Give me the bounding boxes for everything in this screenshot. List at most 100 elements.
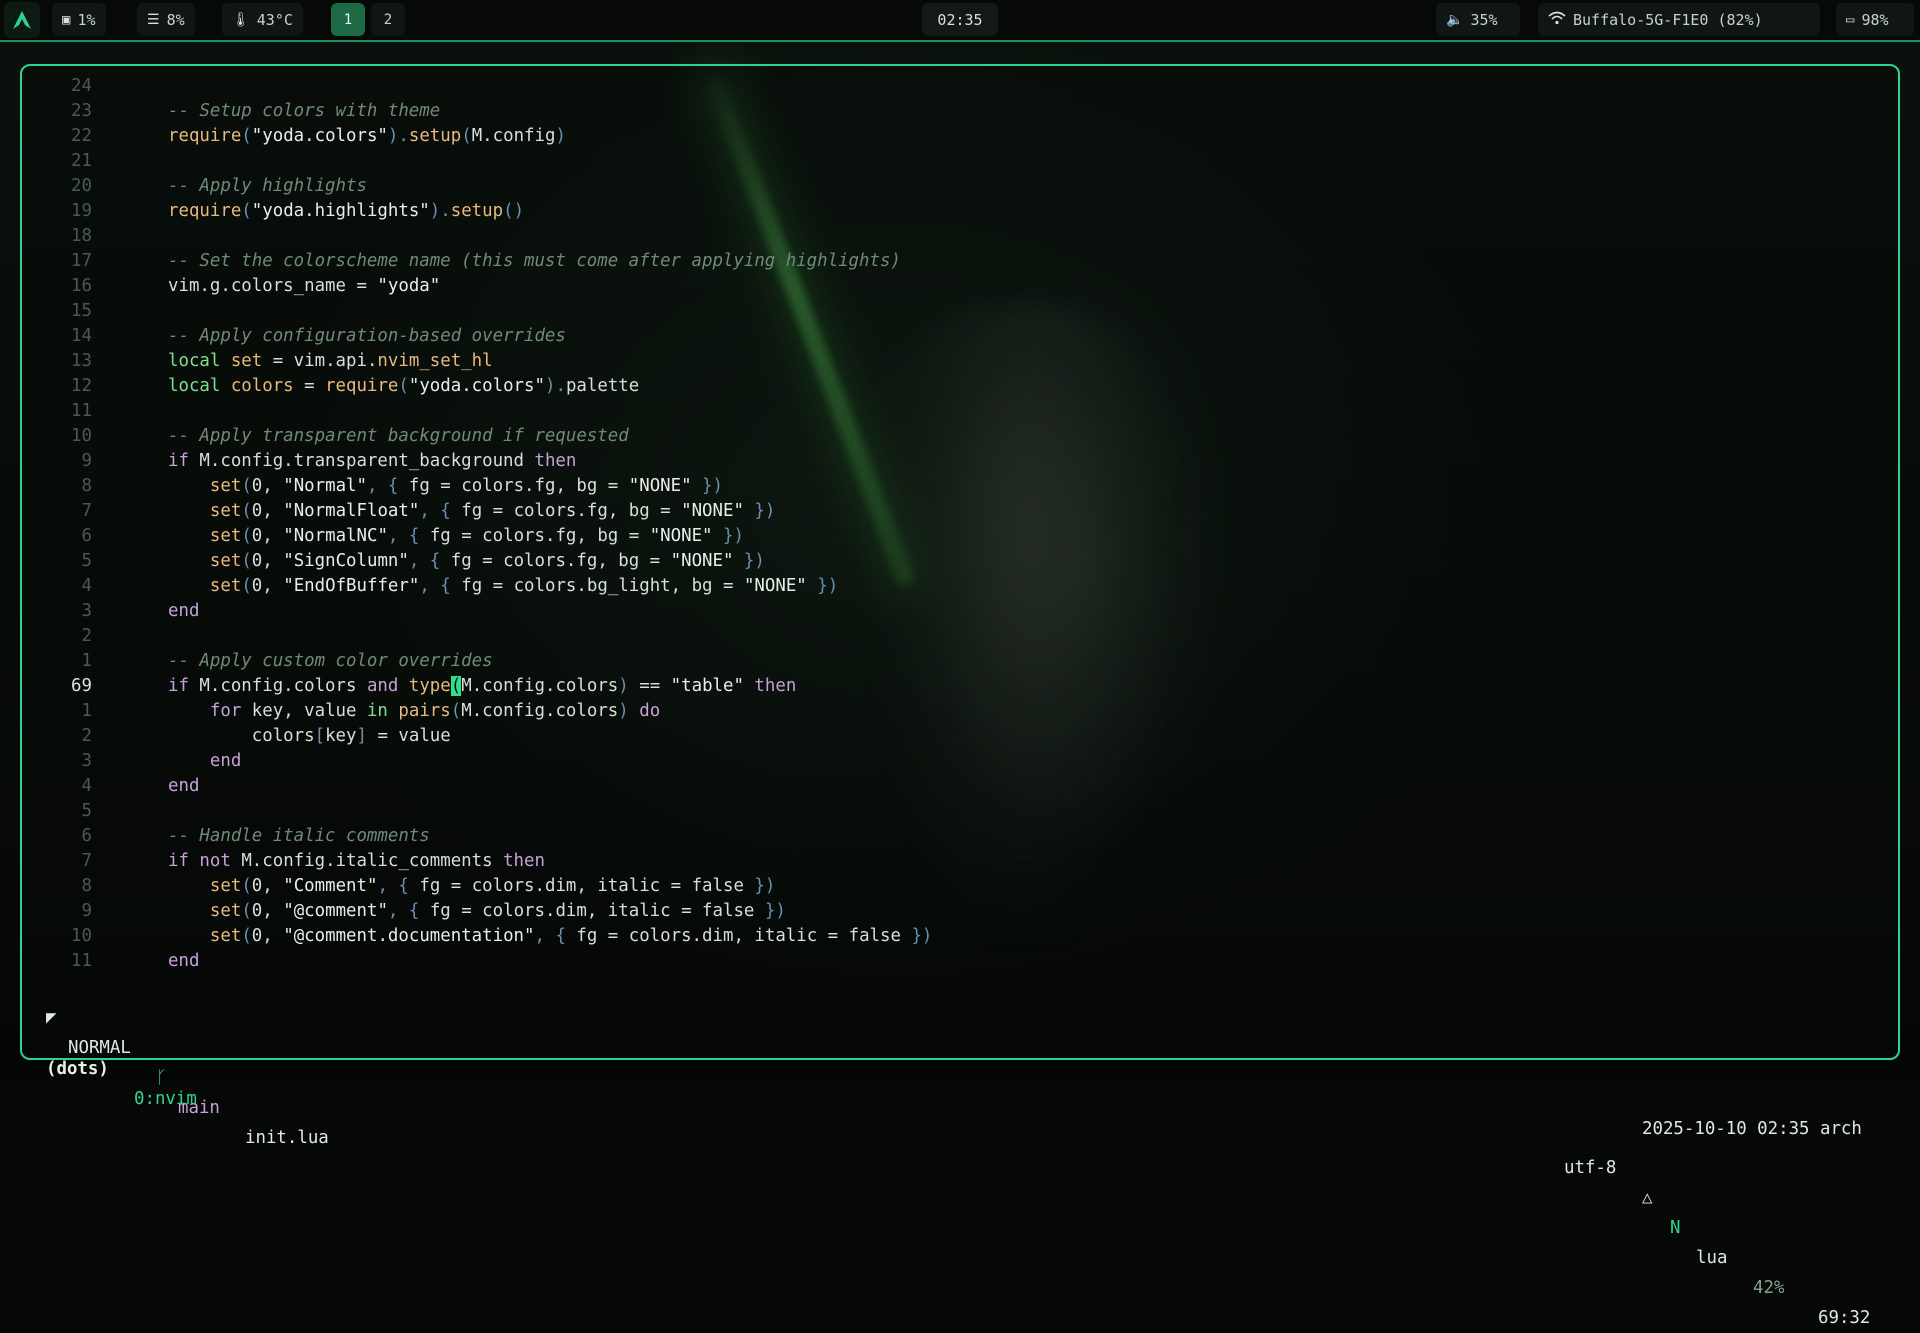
line-number: 8: [81, 876, 92, 896]
code-line[interactable]: 17 -- Set the colorscheme name (this must…: [20, 249, 1880, 274]
code-token: end: [168, 776, 200, 796]
code-line[interactable]: 3 end: [20, 749, 1880, 774]
code-token: set: [209, 551, 242, 571]
line-number: 21: [71, 151, 92, 171]
wifi-widget[interactable]: Buffalo-5G-F1E0 (82%): [1538, 3, 1820, 36]
code-token: "Normal": [283, 476, 367, 496]
code-token: fg = colors.bg_light, bg =: [461, 576, 744, 596]
code-line[interactable]: 6 set(0, "NormalNC", { fg = colors.fg, b…: [20, 524, 1880, 549]
code-line[interactable]: 10 -- Apply transparent background if req…: [20, 424, 1880, 449]
code-line[interactable]: 18: [20, 224, 1880, 249]
code-line[interactable]: 7 set(0, "NormalFloat", { fg = colors.fg…: [20, 499, 1880, 524]
line-source: require("yoda.colors").setup(M.config): [168, 124, 566, 149]
line-source: set(0, "SignColumn", { fg = colors.fg, b…: [168, 549, 765, 574]
code-token: ).: [429, 201, 451, 221]
code-token: (: [398, 376, 409, 396]
cpu-icon: ▣: [62, 11, 71, 28]
code-token: (: [241, 501, 252, 521]
code-token: "EndOfBuffer": [283, 576, 420, 596]
memory-widget[interactable]: ☰ 8%: [137, 3, 195, 36]
code-line[interactable]: 7 if not M.config.italic_comments then: [20, 849, 1880, 874]
code-token: require: [168, 201, 242, 221]
temperature-widget[interactable]: 🌡 43°C: [222, 3, 303, 36]
code-line[interactable]: 11 end: [20, 949, 1880, 974]
code-token: (: [241, 476, 252, 496]
code-token: = vim.api.: [262, 351, 378, 371]
code-line[interactable]: 4 set(0, "EndOfBuffer", { fg = colors.bg…: [20, 574, 1880, 599]
temperature-value: 43°C: [256, 10, 293, 29]
code-token: ).: [387, 126, 409, 146]
code-token: fg = colors.dim, italic = false: [429, 901, 765, 921]
file-type: lua: [1696, 1248, 1728, 1268]
line-number: 3: [81, 601, 92, 621]
battery-widget[interactable]: ▭ 98%: [1836, 3, 1914, 36]
clock[interactable]: 02:35: [922, 3, 998, 36]
code-line[interactable]: 22 require("yoda.colors").setup(M.config): [20, 124, 1880, 149]
code-line[interactable]: 19 require("yoda.highlights").setup(): [20, 199, 1880, 224]
code-line[interactable]: 8 set(0, "Normal", { fg = colors.fg, bg …: [20, 474, 1880, 499]
code-line[interactable]: 9 if M.config.transparent_background then: [20, 449, 1880, 474]
code-line[interactable]: 12 local colors = require("yoda.colors").…: [20, 374, 1880, 399]
code-token: , {: [419, 501, 462, 521]
code-token: fg = colors.fg, bg =: [450, 551, 671, 571]
code-token: =: [293, 376, 326, 396]
code-token: set: [230, 351, 263, 371]
volume-widget[interactable]: 🔈 35%: [1436, 3, 1520, 36]
arch-logo-icon[interactable]: [4, 2, 40, 38]
code-token: 0,: [251, 576, 284, 596]
line-number: 18: [71, 226, 92, 246]
cpu-widget[interactable]: ▣ 1%: [52, 3, 106, 36]
code-line[interactable]: 15: [20, 299, 1880, 324]
code-line[interactable]: 5 set(0, "SignColumn", { fg = colors.fg,…: [20, 549, 1880, 574]
code-line[interactable]: 14 -- Apply configuration-based overrides: [20, 324, 1880, 349]
code-token: key: [325, 726, 357, 746]
code-token: }): [691, 476, 723, 496]
tmux-window[interactable]: 0:nvim: [134, 1084, 197, 1114]
code-line[interactable]: 23 -- Setup colors with theme: [20, 99, 1880, 124]
code-line[interactable]: 5: [20, 799, 1880, 824]
code-line[interactable]: 11: [20, 399, 1880, 424]
code-line[interactable]: 8 set(0, "Comment", { fg = colors.dim, i…: [20, 874, 1880, 899]
line-source: require("yoda.highlights").setup(): [168, 199, 524, 224]
code-line[interactable]: 9 set(0, "@comment", { fg = colors.dim, …: [20, 899, 1880, 924]
code-token: }): [733, 551, 765, 571]
line-source: end: [168, 749, 241, 774]
line-number: 4: [81, 576, 92, 596]
code-token: "SignColumn": [283, 551, 409, 571]
code-line[interactable]: 1 for key, value in pairs(M.config.color…: [20, 699, 1880, 724]
line-number: 17: [71, 251, 92, 271]
code-token: "NONE": [649, 526, 713, 546]
code-line[interactable]: 20 -- Apply highlights: [20, 174, 1880, 199]
code-line[interactable]: 16 vim.g.colors_name = "yoda": [20, 274, 1880, 299]
line-source: local set = vim.api.nvim_set_hl: [168, 349, 493, 374]
line-number: 5: [81, 551, 92, 571]
line-source: set(0, "EndOfBuffer", { fg = colors.bg_l…: [168, 574, 838, 599]
code-line[interactable]: 10 set(0, "@comment.documentation", { fg…: [20, 924, 1880, 949]
code-line[interactable]: 21: [20, 149, 1880, 174]
code-token: require: [325, 376, 399, 396]
code-line[interactable]: 2: [20, 624, 1880, 649]
workspace-2[interactable]: 2: [371, 3, 405, 36]
code-token: ): [618, 676, 629, 696]
code-line[interactable]: 69 if M.config.colors and type(M.config.c…: [20, 674, 1880, 699]
code-line[interactable]: 6 -- Handle italic comments: [20, 824, 1880, 849]
code-token: 0,: [251, 501, 284, 521]
code-line[interactable]: 3 end: [20, 599, 1880, 624]
code-token: fg = colors.dim, italic = false: [576, 926, 912, 946]
code-line[interactable]: 2 colors[key] = value: [20, 724, 1880, 749]
workspace-1[interactable]: 1: [331, 3, 365, 36]
code-line[interactable]: 24: [20, 74, 1880, 99]
code-token: -- Handle italic comments: [168, 826, 430, 846]
line-number: 15: [71, 301, 92, 321]
code-token: key, value: [251, 701, 367, 721]
code-line[interactable]: 4 end: [20, 774, 1880, 799]
code-token: and: [366, 676, 409, 696]
code-token: }): [764, 901, 786, 921]
line-source: set(0, "NormalNC", { fg = colors.fg, bg …: [168, 524, 744, 549]
code-token: set: [209, 901, 242, 921]
code-line[interactable]: 1 -- Apply custom color overrides: [20, 649, 1880, 674]
code-line[interactable]: 13 local set = vim.api.nvim_set_hl: [20, 349, 1880, 374]
line-source: if M.config.colors and type(M.config.col…: [168, 674, 796, 699]
